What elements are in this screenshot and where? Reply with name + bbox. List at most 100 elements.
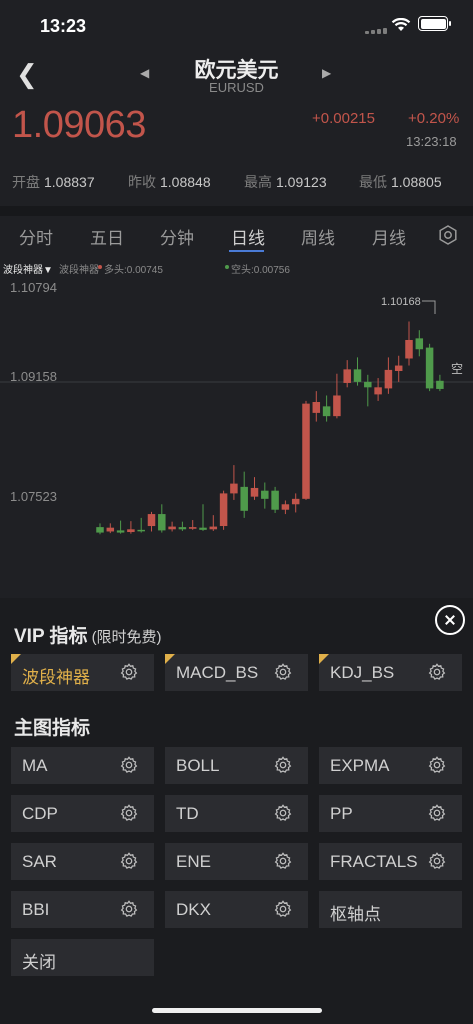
indicator-label: DKX [176,900,211,919]
main-indicator-button[interactable]: SAR [11,843,154,880]
candle-body [240,486,248,511]
candle-body [322,406,331,417]
candle-body [106,527,115,532]
tab-daily[interactable]: 日线 [231,224,265,249]
candle-body [219,493,228,527]
gear-icon[interactable] [428,804,446,827]
candle-body [178,527,187,530]
tab-monthly[interactable]: 月线 [372,224,406,249]
high-price-label: 1.10168 [381,296,421,308]
indicator-label: MACD_BS [176,663,259,682]
gear-icon[interactable] [274,756,292,779]
signal-icon [365,28,387,34]
stat-prev-close: 昨收 1.08848 [128,174,211,190]
main-indicator-button[interactable]: BBI [11,891,154,928]
gear-icon[interactable] [274,900,292,923]
candle-body [384,369,393,389]
tab-weekly[interactable]: 周线 [301,224,335,249]
candle-body [188,527,197,529]
candles-group [96,321,444,535]
vip-indicator-button[interactable]: 波段神器 [11,654,154,691]
divider [0,206,473,216]
main-indicator-button[interactable]: ENE [165,843,308,880]
indicator-label: 关闭 [22,953,56,972]
candle-body [333,395,341,417]
candle-body [281,504,290,510]
candle-body [394,365,403,371]
gear-icon[interactable] [428,756,446,779]
main-indicator-button[interactable]: BOLL [165,747,308,784]
main-section-title: 主图指标 [14,718,91,739]
tab-minute[interactable]: 分钟 [160,224,194,249]
indicator-label: MA [22,756,48,775]
main-indicator-button[interactable]: PP [319,795,462,832]
gear-icon[interactable] [428,663,446,686]
main-indicator-button[interactable]: DKX [165,891,308,928]
short-signal-marker: 空 [451,362,463,376]
vip-corner-icon [165,654,175,664]
candle-body [116,530,125,533]
indicator-label: 波段神器 [22,668,90,687]
stat-low: 最低 1.08805 [359,174,442,190]
price-change: +0.00215 [312,110,375,127]
indicator-label: 枢轴点 [330,905,381,924]
stat-high: 最高 1.09123 [244,174,327,190]
nav-bar: ❮ ◀ 欧元美元 EURUSD ▶ [0,50,473,100]
candle-body [261,490,269,499]
gear-icon[interactable] [274,663,292,686]
indicator-label: FRACTALS [330,852,418,871]
indicator-legend: 波段神器▼ 波段神器 多头:0.00745 空头:0.00756 [0,260,473,276]
candle-body [230,483,238,494]
gear-icon[interactable] [428,852,446,875]
main-indicator-button[interactable]: MA [11,747,154,784]
main-indicator-button[interactable]: FRACTALS [319,843,462,880]
candle-body [147,514,156,527]
gear-icon[interactable] [120,663,138,686]
short-dot-icon [225,265,229,269]
candle-body [364,381,372,388]
candle-body [425,347,434,389]
status-bar: 13:23 [0,0,473,50]
period-tabs: 分时 五日 分钟 日线 周线 月线 [0,216,473,258]
vip-corner-icon [319,654,329,664]
gear-icon[interactable] [120,804,138,827]
vip-corner-icon [11,654,21,664]
main-indicator-button[interactable]: 关闭 [11,939,154,976]
candle-body [353,369,362,382]
tab-five-day[interactable]: 五日 [90,224,124,249]
indicator-label: CDP [22,804,58,823]
wifi-icon [391,18,411,31]
candle-body [291,498,300,505]
main-indicator-button[interactable]: 枢轴点 [319,891,462,928]
status-time: 13:23 [40,16,87,36]
indicator-label: TD [176,804,199,823]
candlestick-chart[interactable]: 1.10794 1.09158 1.07523 1.10168 空 [0,274,473,600]
candle-body [312,402,321,413]
main-indicator-button[interactable]: TD [165,795,308,832]
tab-underline [229,250,264,252]
candle-body [137,529,145,532]
main-indicator-button[interactable]: EXPMA [319,747,462,784]
gear-icon[interactable] [120,900,138,923]
indicator-label: PP [330,804,353,823]
vip-indicator-button[interactable]: MACD_BS [165,654,308,691]
stat-open: 开盘 1.08837 [12,174,95,190]
vip-indicator-button[interactable]: KDJ_BS [319,654,462,691]
tab-intraday[interactable]: 分时 [19,224,53,249]
candle-body [158,514,166,531]
candle-body [250,487,259,497]
gear-icon[interactable] [120,852,138,875]
indicator-label: BOLL [176,756,220,775]
y-label-mid: 1.09158 [10,369,57,384]
candle-body [302,403,310,499]
candle-body [415,338,424,350]
chart-settings-gear-icon[interactable] [438,225,458,245]
close-panel-icon[interactable] [435,605,465,635]
next-symbol-icon[interactable]: ▶ [322,66,331,80]
indicator-label: BBI [22,900,50,919]
gear-icon[interactable] [274,852,292,875]
main-indicator-button[interactable]: CDP [11,795,154,832]
gear-icon[interactable] [120,756,138,779]
candle-body [374,387,382,395]
gear-icon[interactable] [274,804,292,827]
